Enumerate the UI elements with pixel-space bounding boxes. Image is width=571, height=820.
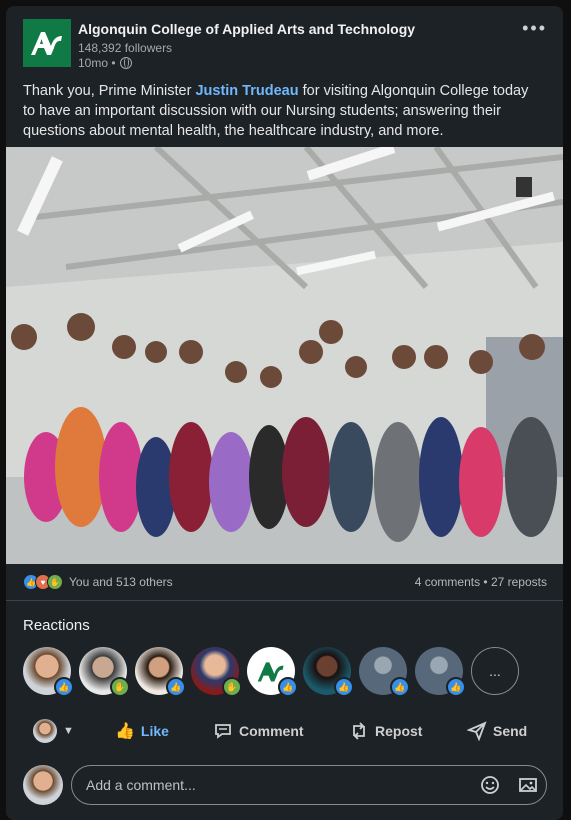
- post-photo[interactable]: [6, 147, 563, 564]
- current-user-avatar: [33, 719, 57, 743]
- send-icon: [467, 721, 487, 741]
- reactor-avatar[interactable]: 👍: [135, 647, 186, 697]
- like-icon: 👍: [54, 677, 74, 697]
- comment-icon: [215, 724, 231, 739]
- like-button[interactable]: 👍 Like: [115, 721, 213, 741]
- divider: [6, 600, 563, 601]
- repost-icon: [353, 722, 365, 740]
- like-icon: 👍: [166, 677, 186, 697]
- comment-box[interactable]: [71, 765, 547, 805]
- comment-composer: [23, 765, 547, 805]
- ac-logo-icon: [31, 32, 62, 55]
- reactor-avatars: 👍 ✋ 👍 ✋ 👍 👍 👍 👍 ...: [23, 647, 519, 697]
- support-icon: ✋: [110, 677, 130, 697]
- reactor-avatar[interactable]: 👍: [23, 647, 74, 697]
- repost-label: Repost: [375, 723, 423, 739]
- send-label: Send: [493, 723, 528, 739]
- mention-link[interactable]: Justin Trudeau: [195, 83, 298, 99]
- comment-input[interactable]: [84, 776, 480, 794]
- comment-label: Comment: [239, 723, 304, 739]
- like-icon: 👍: [446, 677, 466, 697]
- image-icon[interactable]: [518, 775, 538, 795]
- post-text-before: Thank you, Prime Minister: [23, 83, 196, 99]
- action-bar: ▼ 👍 Like Comment Repost Send: [23, 716, 547, 746]
- algonquin-logo[interactable]: [23, 19, 71, 67]
- post-text: Thank you, Prime Minister Justin Trudeau…: [23, 81, 543, 141]
- chevron-down-icon: ▼: [63, 725, 74, 737]
- reactor-avatar[interactable]: 👍: [303, 647, 354, 697]
- support-icon: ✋: [222, 677, 242, 697]
- repost-button[interactable]: Repost: [349, 721, 467, 741]
- globe-icon: [119, 57, 132, 69]
- reactor-avatar-algonquin[interactable]: 👍: [247, 647, 298, 697]
- post-time: 10mo •: [78, 56, 132, 70]
- group-photo-icon: [6, 147, 563, 564]
- org-name[interactable]: Algonquin College of Applied Arts and Te…: [78, 21, 415, 37]
- reactor-avatar[interactable]: ✋: [191, 647, 242, 697]
- emoji-icon[interactable]: [480, 775, 500, 795]
- reaction-summary[interactable]: 👍 ♥ ✋ You and 513 others: [23, 574, 173, 590]
- post-card: Algonquin College of Applied Arts and Te…: [6, 6, 563, 820]
- reactions-heading: Reactions: [23, 617, 90, 634]
- reactor-avatar-placeholder[interactable]: 👍: [359, 647, 410, 697]
- post-time-label: 10mo •: [78, 56, 116, 70]
- engagement-stats: 👍 ♥ ✋ You and 513 others 4 comments • 27…: [23, 572, 547, 592]
- like-label: Like: [140, 723, 169, 739]
- comments-reposts-count[interactable]: 4 comments • 27 reposts: [415, 575, 547, 589]
- more-options-button[interactable]: •••: [522, 18, 547, 39]
- send-button[interactable]: Send: [467, 721, 527, 741]
- comment-button[interactable]: Comment: [213, 721, 349, 741]
- like-icon: 👍: [334, 677, 354, 697]
- reactor-avatar[interactable]: ✋: [79, 647, 130, 697]
- reactor-avatar-placeholder[interactable]: 👍: [415, 647, 466, 697]
- more-reactors-button[interactable]: ...: [471, 647, 519, 695]
- like-icon: 👍: [278, 677, 298, 697]
- follower-count: 148,392 followers: [78, 41, 173, 55]
- like-icon: 👍: [390, 677, 410, 697]
- comment-tools: [480, 775, 538, 795]
- thumbs-up-icon: 👍: [115, 723, 135, 740]
- actor-switcher[interactable]: ▼: [33, 719, 115, 743]
- commenter-avatar[interactable]: [23, 765, 63, 805]
- support-icon: ✋: [47, 574, 63, 590]
- reaction-count[interactable]: You and 513 others: [69, 575, 173, 589]
